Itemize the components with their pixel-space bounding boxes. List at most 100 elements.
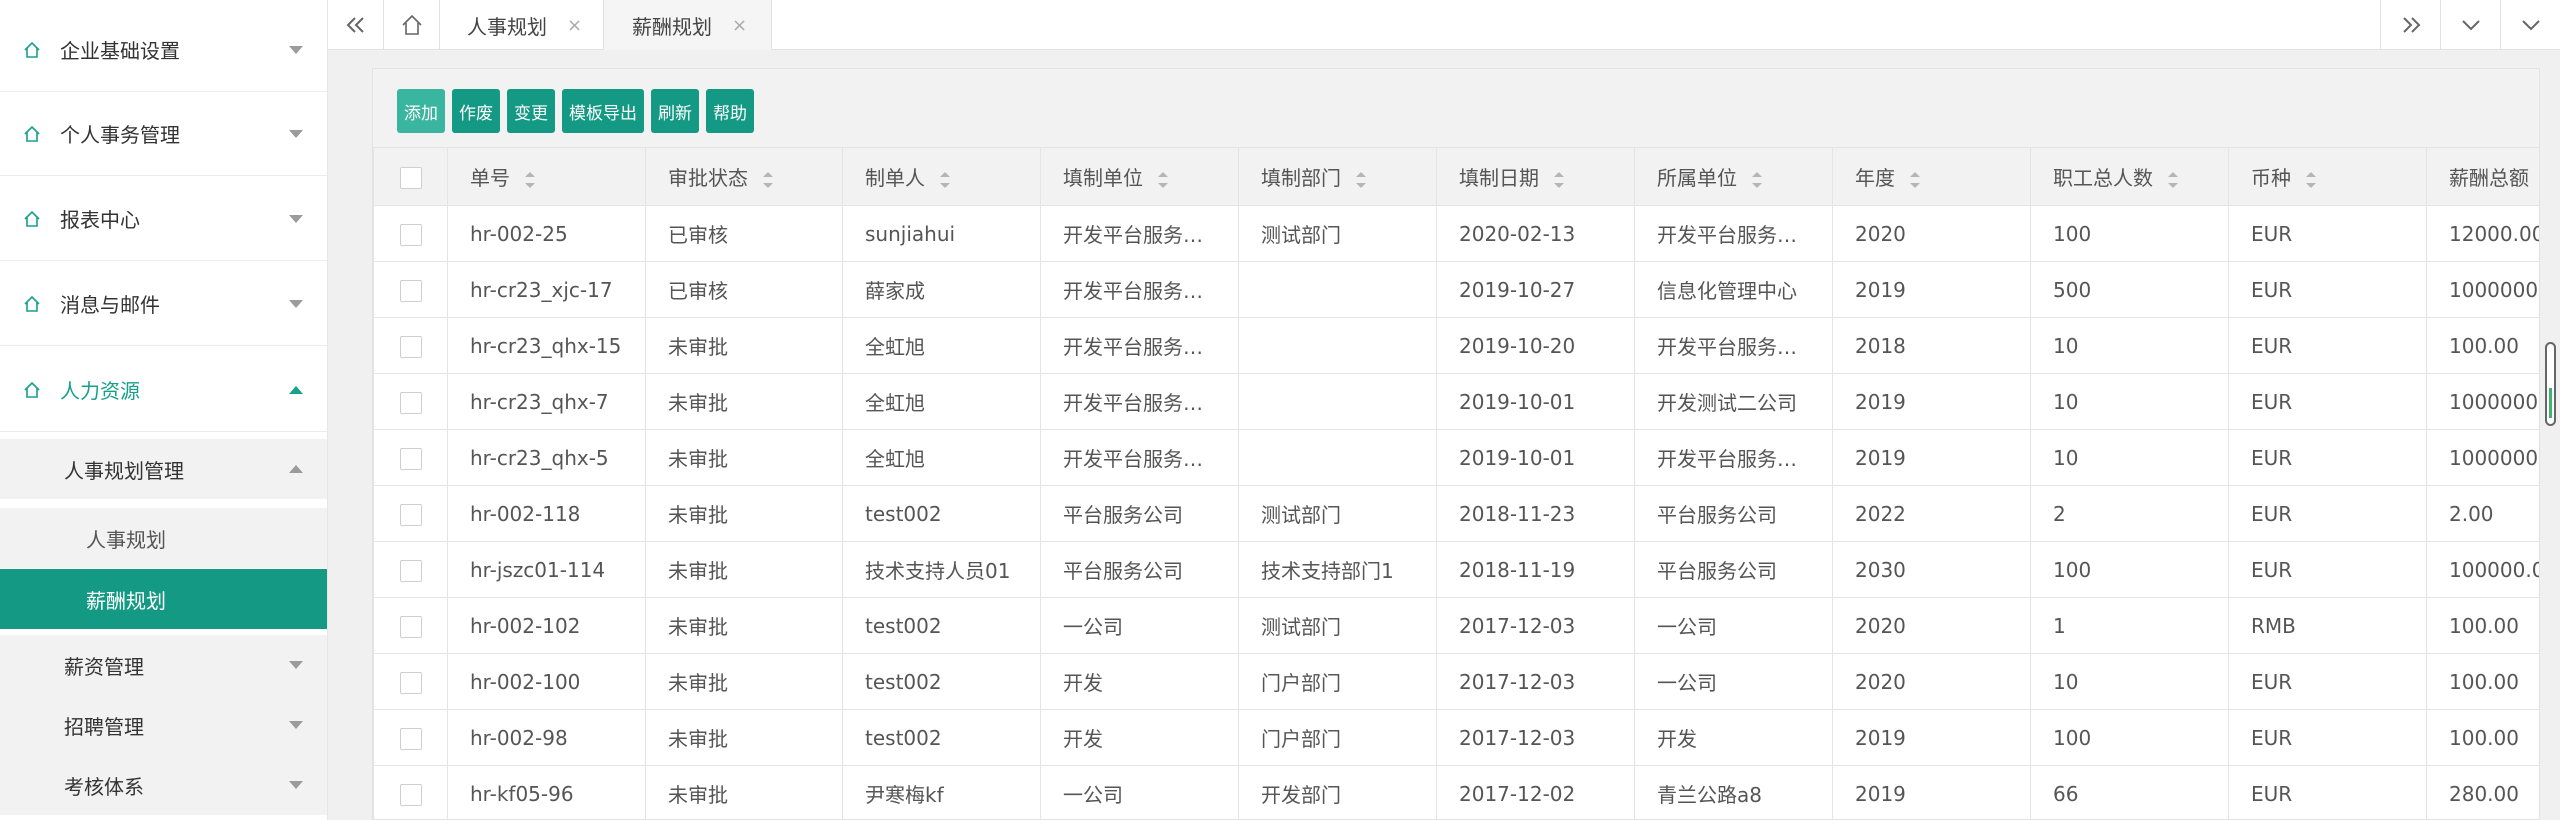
- column-header-bill-no[interactable]: 单号: [447, 147, 646, 206]
- table-cell: 500: [2030, 261, 2229, 318]
- table-row[interactable]: hr-cr23_qhx-5 未审批 全虹旭 开发平台服务… 2019-10-01 开发平台…: [373, 429, 2539, 486]
- sort-icon[interactable]: [2167, 171, 2179, 188]
- table-row[interactable]: hr-cr23_qhx-15 未审批 全虹旭 开发平台服务… 2019-10-20 开发平…: [373, 317, 2539, 374]
- submenu-payroll-management[interactable]: 薪资管理: [0, 635, 327, 695]
- sort-icon[interactable]: [2305, 171, 2317, 188]
- column-header-filling-dept[interactable]: 填制部门: [1238, 147, 1437, 206]
- menu-enterprise-settings[interactable]: 企业基础设置: [0, 8, 327, 92]
- chevron-down-icon: [287, 44, 305, 56]
- row-checkbox[interactable]: [399, 727, 422, 750]
- scroll-tabs-right-button[interactable]: [2380, 0, 2440, 50]
- column-header-total-staff[interactable]: 职工总人数: [2030, 147, 2229, 206]
- table-cell: 2022: [1832, 485, 2031, 542]
- table-cell: 一公司: [1040, 765, 1239, 819]
- column-header-owning-unit[interactable]: 所属单位: [1634, 147, 1833, 206]
- tab-personnel-planning[interactable]: 人事规划 ×: [440, 0, 604, 50]
- column-label: 年度: [1855, 166, 1895, 190]
- column-header-filling-date[interactable]: 填制日期: [1436, 147, 1635, 206]
- sort-icon[interactable]: [1355, 171, 1367, 188]
- row-checkbox[interactable]: [399, 783, 422, 806]
- window-options-dropdown[interactable]: [2500, 0, 2560, 50]
- table-row[interactable]: hr-002-102 未审批 test002 一公司 测试部门 2017-12-03 一公司…: [373, 597, 2539, 654]
- table-cell: hr-kf05-96: [447, 765, 646, 819]
- table-row[interactable]: hr-jszc01-114 未审批 技术支持人员01 平台服务公司 技术支持部门1 201…: [373, 541, 2539, 598]
- menu-report-center[interactable]: 报表中心: [0, 177, 327, 261]
- submenu-planning-management[interactable]: 人事规划管理: [0, 439, 327, 499]
- table-row[interactable]: hr-002-118 未审批 test002 平台服务公司 测试部门 2018-11-23…: [373, 485, 2539, 542]
- row-select-cell: [373, 485, 448, 542]
- table-cell: hr-002-100: [447, 653, 646, 710]
- table-cell: 开发平台服务…: [1040, 261, 1239, 318]
- column-label: 填制单位: [1063, 166, 1143, 190]
- void-button[interactable]: 作废: [452, 89, 500, 133]
- menu-messages-mail[interactable]: 消息与邮件: [0, 262, 327, 346]
- row-checkbox[interactable]: [399, 223, 422, 246]
- table-cell: 薛家成: [842, 261, 1041, 318]
- sort-icon[interactable]: [524, 171, 536, 188]
- table-cell: 开发平台服务…: [1634, 205, 1833, 262]
- table-cell: 开发部门: [1238, 765, 1437, 819]
- table-cell: 2019-10-01: [1436, 373, 1635, 430]
- close-icon[interactable]: ×: [567, 15, 582, 36]
- column-header-creator[interactable]: 制单人: [842, 147, 1041, 206]
- chevron-down-icon: [287, 213, 305, 225]
- table-row[interactable]: hr-cr23_qhx-7 未审批 全虹旭 开发平台服务… 2019-10-01 开发测试…: [373, 373, 2539, 430]
- row-checkbox[interactable]: [399, 279, 422, 302]
- vertical-scrollbar[interactable]: [2545, 342, 2556, 426]
- table-row[interactable]: hr-002-100 未审批 test002 开发 门户部门 2017-12-03 一公司 2…: [373, 653, 2539, 710]
- menu-personal-affairs[interactable]: 个人事务管理: [0, 92, 327, 176]
- submenu-recruitment-management[interactable]: 招聘管理: [0, 695, 327, 755]
- change-button[interactable]: 变更: [507, 89, 555, 133]
- row-checkbox[interactable]: [399, 615, 422, 638]
- menu-label: 个人事务管理: [60, 123, 180, 147]
- row-checkbox[interactable]: [399, 391, 422, 414]
- tab-options-dropdown[interactable]: [2440, 0, 2500, 50]
- tab-salary-planning[interactable]: 薪酬规划 ×: [604, 0, 772, 50]
- column-header-currency[interactable]: 币种: [2228, 147, 2427, 206]
- collapse-sidebar-button[interactable]: [328, 0, 384, 50]
- home-tab-button[interactable]: [384, 0, 440, 50]
- sort-icon[interactable]: [1751, 171, 1763, 188]
- sort-icon[interactable]: [762, 171, 774, 188]
- table-row[interactable]: hr-002-98 未审批 test002 开发 门户部门 2017-12-03 开发 201…: [373, 709, 2539, 766]
- row-checkbox[interactable]: [399, 671, 422, 694]
- home-icon: [22, 294, 42, 314]
- close-icon[interactable]: ×: [732, 15, 747, 36]
- help-button[interactable]: 帮助: [706, 89, 754, 133]
- menu-human-resources[interactable]: 人力资源: [0, 348, 327, 432]
- table-cell: [1238, 373, 1437, 430]
- row-checkbox[interactable]: [399, 335, 422, 358]
- column-header-year[interactable]: 年度: [1832, 147, 2031, 206]
- refresh-button[interactable]: 刷新: [651, 89, 699, 133]
- row-checkbox[interactable]: [399, 503, 422, 526]
- sort-icon[interactable]: [1157, 171, 1169, 188]
- chevron-up-icon: [287, 384, 305, 396]
- sidebar-item-personnel-planning[interactable]: 人事规划: [0, 508, 327, 568]
- submenu-label: 招聘管理: [64, 714, 144, 739]
- sort-icon[interactable]: [1553, 171, 1565, 188]
- table-cell: sunjiahui: [842, 205, 1041, 262]
- table-cell: hr-cr23_qhx-5: [447, 429, 646, 486]
- sort-icon[interactable]: [1909, 171, 1921, 188]
- column-header-total-salary[interactable]: 薪酬总额: [2426, 147, 2539, 206]
- chevron-down-icon: [287, 779, 305, 791]
- select-all-checkbox[interactable]: [399, 166, 422, 189]
- column-header-filling-unit[interactable]: 填制单位: [1040, 147, 1239, 206]
- column-label: 审批状态: [668, 166, 748, 190]
- row-checkbox[interactable]: [399, 559, 422, 582]
- submenu-assessment-system[interactable]: 考核体系: [0, 755, 327, 815]
- table-row[interactable]: hr-kf05-96 未审批 尹寒梅kf 一公司 开发部门 2017-12-02 青兰公路a…: [373, 765, 2539, 819]
- sort-icon[interactable]: [939, 171, 951, 188]
- sidebar-item-salary-planning[interactable]: 薪酬规划: [0, 569, 327, 629]
- table-cell: EUR: [2228, 765, 2427, 819]
- row-checkbox[interactable]: [399, 447, 422, 470]
- table-cell: 平台服务公司: [1634, 541, 1833, 598]
- add-button[interactable]: 添加: [397, 89, 445, 133]
- table-row[interactable]: hr-002-25 已审核 sunjiahui 开发平台服务… 测试部门 2020-02-…: [373, 205, 2539, 262]
- leaf-label: 薪酬规划: [86, 588, 166, 613]
- column-header-approval-status[interactable]: 审批状态: [645, 147, 843, 206]
- table-row[interactable]: hr-cr23_xjc-17 已审核 薛家成 开发平台服务… 2019-10-27 信息化…: [373, 261, 2539, 318]
- template-export-button[interactable]: 模板导出: [562, 89, 644, 133]
- table-cell: 未审批: [645, 653, 843, 710]
- table-cell: EUR: [2228, 485, 2427, 542]
